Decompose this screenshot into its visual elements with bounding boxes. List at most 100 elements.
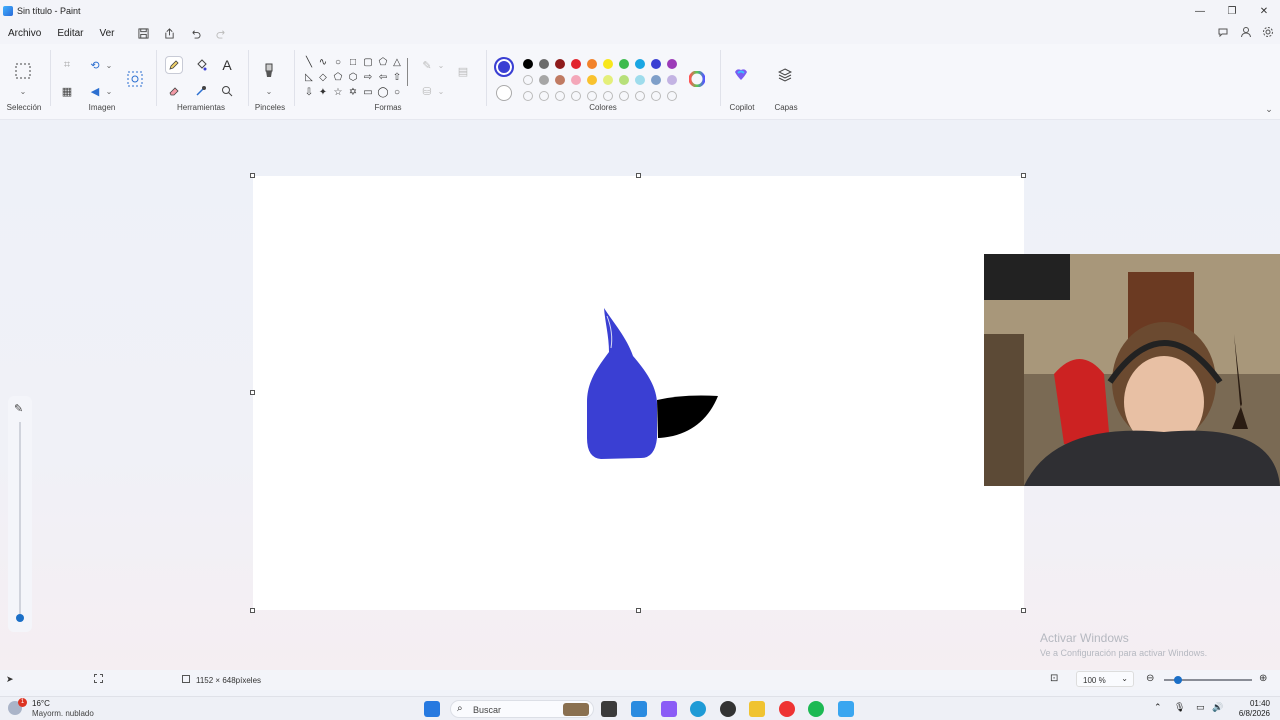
selection-icon[interactable] (14, 62, 32, 80)
image-select-icon[interactable] (126, 70, 144, 88)
five-point-star-shape-icon[interactable]: ☆ (331, 86, 345, 100)
rotate-chevron-icon[interactable]: ⌄ (100, 56, 118, 74)
taskbar-search-box[interactable]: ⌕ Buscar (450, 700, 594, 718)
color-swatch[interactable] (555, 75, 565, 85)
slider-thumb[interactable] (16, 614, 24, 622)
spotify-icon[interactable] (808, 701, 824, 717)
app-icon[interactable] (720, 701, 736, 717)
background-removal-icon[interactable]: ▦ (58, 82, 76, 100)
feedback-icon[interactable] (1218, 26, 1230, 40)
zoom-out-icon[interactable]: ⊖ (1146, 673, 1154, 684)
right-triangle-shape-icon[interactable]: ◺ (302, 71, 316, 85)
arrow-right-shape-icon[interactable]: ⇨ (361, 71, 375, 85)
copilot-icon[interactable] (732, 66, 750, 84)
callout-oval-shape-icon[interactable]: ◯ (376, 86, 390, 100)
color-swatch[interactable] (619, 59, 629, 69)
clock-time[interactable]: 01:40 (1236, 699, 1270, 708)
fit-to-window-icon[interactable]: ⊡ (1050, 673, 1058, 684)
start-button-icon[interactable] (424, 701, 440, 717)
magnifier-icon[interactable] (218, 82, 236, 100)
polygon-shape-icon[interactable]: ⬠ (376, 56, 390, 70)
save-icon[interactable] (131, 22, 157, 44)
brush-size-slider[interactable]: ✎ (8, 396, 32, 632)
callout-cloud-shape-icon[interactable]: ○ (390, 86, 404, 100)
settings-icon[interactable] (1262, 26, 1274, 41)
pentagon-shape-icon[interactable]: ⬠ (331, 71, 345, 85)
color-swatch[interactable] (635, 59, 645, 69)
color-swatch[interactable] (523, 91, 533, 101)
color-swatch[interactable] (571, 59, 581, 69)
color-swatch[interactable] (587, 59, 597, 69)
menu-ver[interactable]: Ver (91, 28, 122, 39)
account-icon[interactable] (1240, 26, 1252, 41)
zoom-in-icon[interactable]: ⊕ (1259, 673, 1267, 684)
diamond-shape-icon[interactable]: ◇ (316, 71, 330, 85)
crop-icon[interactable]: ⌗ (58, 56, 76, 74)
color-swatch[interactable] (603, 91, 613, 101)
rectangle-shape-icon[interactable]: □ (346, 56, 360, 70)
layers-icon[interactable] (776, 66, 794, 84)
color-swatch[interactable] (523, 59, 533, 69)
minimize-button[interactable]: — (1184, 0, 1216, 22)
line-shape-icon[interactable]: ╲ (302, 56, 316, 70)
canvas-handle[interactable] (636, 608, 641, 613)
color-swatch[interactable] (603, 59, 613, 69)
color-swatch[interactable] (555, 59, 565, 69)
arrow-down-shape-icon[interactable]: ⇩ (302, 86, 316, 100)
outlook-icon[interactable] (631, 701, 647, 717)
menu-editar[interactable]: Editar (49, 28, 91, 39)
fill-bucket-icon[interactable] (192, 56, 210, 74)
redo-icon[interactable] (209, 22, 235, 44)
eraser-icon[interactable] (165, 82, 183, 100)
color-swatch[interactable] (651, 59, 661, 69)
share-icon[interactable] (157, 22, 183, 44)
tray-chevron-icon[interactable]: ⌃ (1154, 702, 1162, 713)
four-point-star-shape-icon[interactable]: ✦ (316, 86, 330, 100)
task-view-icon[interactable] (601, 701, 617, 717)
color-picker-icon[interactable] (192, 82, 210, 100)
close-button[interactable]: ✕ (1248, 0, 1280, 22)
menu-archivo[interactable]: Archivo (0, 28, 49, 39)
color-swatch[interactable] (651, 91, 661, 101)
canvas-handle[interactable] (250, 390, 255, 395)
color-swatch[interactable] (667, 75, 677, 85)
color-swatch[interactable] (603, 75, 613, 85)
network-icon[interactable]: ▭ (1196, 702, 1205, 713)
edge-icon[interactable] (690, 701, 706, 717)
flip-chevron-icon[interactable]: ⌄ (100, 82, 118, 100)
color-swatch[interactable] (571, 75, 581, 85)
canvas-handle[interactable] (1021, 608, 1026, 613)
color-swatch[interactable] (635, 91, 645, 101)
color-swatch[interactable] (667, 59, 677, 69)
canvas-handle[interactable] (250, 173, 255, 178)
arrow-left-shape-icon[interactable]: ⇦ (376, 71, 390, 85)
pencil-icon[interactable] (165, 56, 183, 74)
color-swatch[interactable] (587, 75, 597, 85)
file-explorer-icon[interactable] (749, 701, 765, 717)
shapes-scroll-bar[interactable] (407, 58, 408, 86)
secondary-color-swatch[interactable] (496, 85, 512, 101)
six-point-star-shape-icon[interactable]: ✡ (346, 86, 360, 100)
callout-rect-shape-icon[interactable]: ▭ (361, 86, 375, 100)
triangle-shape-icon[interactable]: △ (390, 56, 404, 70)
canvas-handle[interactable] (250, 608, 255, 613)
zoom-slider-thumb[interactable] (1174, 676, 1182, 684)
color-swatch[interactable] (571, 91, 581, 101)
zoom-dropdown[interactable]: 100 % ⌄ (1076, 671, 1134, 687)
color-swatch[interactable] (619, 75, 629, 85)
canvas-handle[interactable] (1021, 173, 1026, 178)
chevron-down-icon[interactable]: ⌄ (14, 82, 32, 100)
paint-taskbar-icon[interactable] (838, 701, 854, 717)
outline-chevron-icon[interactable]: ⌄ (432, 56, 450, 74)
volume-icon[interactable]: 🔊 (1212, 702, 1223, 713)
canvas-handle[interactable] (636, 173, 641, 178)
brush-chevron-icon[interactable]: ⌄ (260, 82, 278, 100)
color-swatch[interactable] (587, 91, 597, 101)
edit-colors-icon[interactable] (688, 70, 706, 88)
fill-chevron-icon[interactable]: ⌄ (432, 82, 450, 100)
color-swatch[interactable] (651, 75, 661, 85)
rounded-rectangle-shape-icon[interactable]: ▢ (361, 56, 375, 70)
clock-date[interactable]: 6/8/2026 (1230, 709, 1270, 718)
hexagon-shape-icon[interactable]: ⬡ (346, 71, 360, 85)
color-swatch[interactable] (667, 91, 677, 101)
